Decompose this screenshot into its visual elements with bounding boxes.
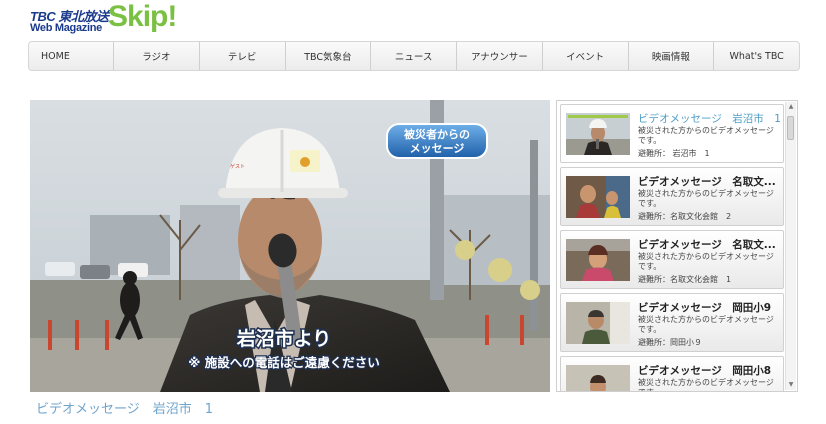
logo-skip-text: Skip! — [108, 0, 177, 33]
playlist-item-title: ビデオメッセージ 名取文... — [638, 239, 776, 251]
playlist-item-location: 避難所：岡田小９ — [638, 338, 702, 347]
playlist-item-title: ビデオメッセージ 名取文... — [638, 176, 776, 188]
badge-line2: メッセージ — [410, 142, 465, 155]
logo-web-magazine-text: Web Magazine — [30, 22, 102, 34]
playlist-item[interactable]: ビデオメッセージ 岡田小9 被災された方からのビデオメッセージです。 避難所：岡… — [560, 293, 784, 352]
playlist-item[interactable]: ビデオメッセージ 岡田小8 被災された方からのビデオメッセージです。 — [560, 356, 784, 391]
video-frame: 被災者からの メッセージ ゲスト 岩沼市より ※ 施設への電話はご遠慮ください — [30, 100, 550, 392]
playlist-item[interactable]: ビデオメッセージ 名取文... 被災された方からのビデオメッセージです。 避難所… — [560, 230, 784, 289]
nav-item-event[interactable]: イベント — [541, 42, 628, 70]
playlist-item-location: 避難所：名取文化会館 1 — [638, 275, 732, 284]
playlist-item-desc: 被災された方からのビデオメッセージです。 — [638, 315, 774, 334]
main-nav: HOME ラジオ テレビ TBC気象台 ニュース アナウンサー イベント 映画情… — [28, 41, 800, 71]
badge-line1: 被災者からの — [404, 127, 470, 141]
playlist-item-desc: 被災された方からのビデオメッセージです。 — [638, 378, 774, 391]
helmet-sticker-text: ゲスト — [230, 163, 245, 170]
playlist-item[interactable]: ビデオメッセージ 岩沼市 1 被災された方からのビデオメッセージです。 避難所：… — [560, 104, 784, 163]
playlist-item-desc: 被災された方からのビデオメッセージです。 — [638, 126, 774, 145]
nav-item-radio[interactable]: ラジオ — [113, 42, 199, 70]
playlist-item-location: 避難所： 岩沼市 1 — [638, 149, 710, 158]
video-subtitle-main: 岩沼市より — [236, 327, 332, 350]
site-logo[interactable]: TBC 東北放送 Web Magazine Skip! — [28, 0, 188, 38]
playlist-item-desc: 被災された方からのビデオメッセージです。 — [638, 252, 774, 271]
nav-item-weather[interactable]: TBC気象台 — [284, 42, 371, 70]
video-thumbnail — [566, 113, 630, 155]
nav-item-tv[interactable]: テレビ — [198, 42, 285, 70]
video-thumbnail — [566, 239, 630, 281]
nav-item-home[interactable]: HOME — [29, 42, 113, 70]
scrollbar-thumb[interactable] — [787, 116, 794, 140]
nav-item-news[interactable]: ニュース — [370, 42, 456, 70]
playlist-item[interactable]: ビデオメッセージ 名取文... 被災された方からのビデオメッセージです。 避難所… — [560, 167, 784, 226]
playlist-item-title: ビデオメッセージ 岡田小9 — [638, 302, 772, 314]
nav-item-movies[interactable]: 映画情報 — [627, 42, 714, 70]
video-player[interactable]: 被災者からの メッセージ ゲスト 岩沼市より ※ 施設への電話はご遠慮ください — [30, 100, 550, 392]
playlist-item-location: 避難所：名取文化会館 2 — [638, 212, 732, 221]
video-subtitle-sub: ※ 施設への電話はご遠慮ください — [188, 355, 380, 370]
video-thumbnail — [566, 302, 630, 344]
video-thumbnail — [566, 176, 630, 218]
playlist-scrollbar[interactable]: ▲ ▼ — [785, 102, 796, 390]
nav-item-announcer[interactable]: アナウンサー — [456, 42, 542, 70]
video-thumbnail — [566, 365, 630, 391]
playlist-item-title: ビデオメッセージ 岡田小8 — [638, 365, 772, 377]
playlist-item-desc: 被災された方からのビデオメッセージです。 — [638, 189, 774, 208]
playlist-item-title: ビデオメッセージ 岩沼市 1 — [638, 113, 781, 125]
video-playlist: ビデオメッセージ 岩沼市 1 被災された方からのビデオメッセージです。 避難所：… — [556, 100, 798, 392]
scroll-up-icon[interactable]: ▲ — [786, 102, 796, 112]
video-title-caption: ビデオメッセージ 岩沼市 1 — [36, 402, 214, 417]
nav-item-whats-tbc[interactable]: What's TBC — [713, 42, 799, 70]
scroll-down-icon[interactable]: ▼ — [786, 380, 796, 390]
